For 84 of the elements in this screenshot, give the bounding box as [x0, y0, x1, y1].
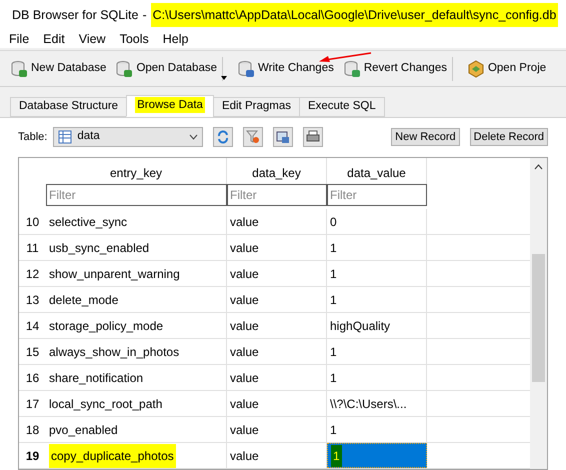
tab[interactable]: Database Structure	[10, 97, 128, 117]
table-cell: value	[227, 417, 327, 442]
table-cell: storage_policy_mode	[46, 313, 227, 338]
table-cell: copy_duplicate_photos	[46, 443, 227, 468]
tab[interactable]: Browse Data	[126, 95, 214, 117]
menu-item[interactable]: Edit	[43, 30, 65, 48]
table-cell: 1	[327, 417, 427, 442]
table-cell: value	[227, 313, 327, 338]
row-number: 16	[24, 370, 40, 386]
menu-item[interactable]: Tools	[120, 30, 149, 48]
tab[interactable]: Execute SQL	[298, 97, 385, 117]
table-cell: value	[227, 209, 327, 234]
row-number: 17	[24, 396, 40, 412]
toolbar-button[interactable]: New Database	[6, 56, 110, 82]
row-number: 11	[25, 240, 40, 256]
annotation-arrow	[318, 52, 372, 62]
table-cell: value	[227, 235, 327, 260]
toolbar-button[interactable]: Open Proje	[462, 56, 550, 82]
table-cell: 1	[327, 443, 427, 468]
table-icon	[58, 130, 72, 144]
table-cell: 0	[327, 209, 427, 234]
table-cell: usb_sync_enabled	[46, 235, 227, 260]
database-icon	[115, 60, 134, 78]
record-button[interactable]: Delete Record	[470, 128, 548, 146]
table-cell: local_sync_root_path	[46, 391, 227, 416]
column-header[interactable]: data_value	[327, 158, 427, 184]
refresh-button[interactable]	[213, 127, 234, 147]
title-separator: -	[142, 6, 147, 24]
table-cell: 1	[327, 235, 427, 260]
table-cell: pvo_enabled	[46, 417, 227, 442]
menu-item[interactable]: View	[78, 30, 106, 48]
database-icon	[10, 60, 28, 78]
table-cell: 1	[327, 287, 427, 312]
cube-icon	[466, 60, 485, 78]
print-button[interactable]	[303, 127, 324, 147]
chevron-icon	[189, 134, 198, 140]
column-header[interactable]: entry_key	[46, 158, 227, 184]
filter-field[interactable]: Filter	[227, 184, 327, 206]
scroll-up-icon[interactable]	[534, 164, 543, 170]
row-number: 19	[24, 448, 40, 464]
table-dropdown[interactable]: data	[53, 127, 204, 147]
table-label: Table:	[18, 130, 48, 145]
filter-field[interactable]: Filter	[46, 184, 227, 206]
menu-item[interactable]: File	[9, 30, 30, 48]
refresh-icon	[216, 130, 230, 144]
toolbar-button[interactable]: Revert Changes	[338, 56, 451, 82]
record-button[interactable]: New Record	[391, 128, 460, 146]
menu-item[interactable]: Help	[162, 30, 188, 48]
dropdown-icon	[221, 76, 227, 80]
database-icon	[237, 60, 255, 78]
table-cell: value	[227, 339, 327, 364]
table-cell: share_notification	[46, 365, 227, 390]
table-cell: show_unparent_warning	[46, 261, 227, 286]
column-header[interactable]: data_key	[227, 158, 327, 184]
scrollbar[interactable]	[530, 158, 547, 469]
table-cell: 1	[327, 261, 427, 286]
clear-filter-icon	[246, 130, 260, 144]
row-number: 15	[24, 344, 40, 360]
save-button[interactable]	[273, 127, 294, 147]
toolbar-button[interactable]: Open Database	[111, 56, 221, 82]
clear-filter-button[interactable]	[243, 127, 264, 147]
table-cell: value	[227, 261, 327, 286]
table-cell: delete_mode	[46, 287, 227, 312]
table-cell: always_show_in_photos	[46, 339, 227, 364]
table-cell: value	[227, 365, 327, 390]
table-cell: value	[227, 287, 327, 312]
row-number: 13	[24, 292, 40, 308]
tab[interactable]: Edit Pragmas	[212, 97, 300, 117]
table-cell: 1	[327, 339, 427, 364]
row-number: 12	[24, 266, 40, 282]
print-icon	[306, 130, 320, 144]
save-icon	[276, 130, 290, 144]
app-name: DB Browser for SQLite	[12, 6, 138, 24]
table-cell: \\?\C:\Users\...	[327, 391, 427, 416]
row-number: 10	[24, 214, 40, 230]
row-number: 14	[24, 318, 40, 334]
row-number: 18	[24, 422, 40, 438]
table-cell: 1	[327, 365, 427, 390]
table-cell: highQuality	[327, 313, 427, 338]
file-path: C:\Users\mattc\AppData\Local\Google\Drive\user_default\sync_config.db	[150, 2, 558, 28]
filter-field[interactable]: Filter	[327, 184, 427, 206]
table-cell: value	[227, 391, 327, 416]
table-cell: selective_sync	[46, 209, 227, 234]
database-icon	[342, 60, 361, 78]
